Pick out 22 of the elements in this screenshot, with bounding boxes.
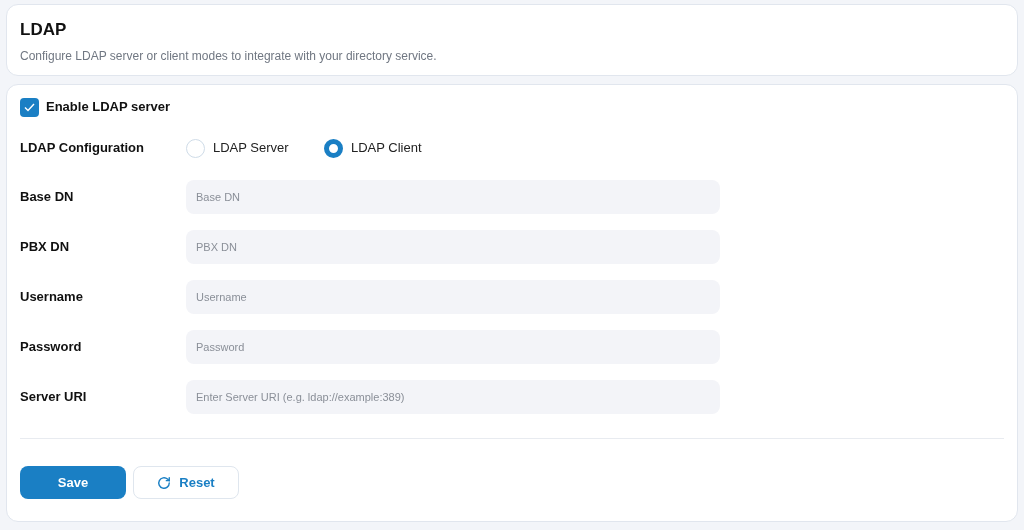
field-label: Password (20, 338, 83, 357)
enable-label: Enable LDAP server (46, 98, 171, 117)
reset-icon (157, 475, 172, 490)
configuration-label: LDAP Configuration (20, 139, 145, 158)
field-label: Username (20, 288, 84, 307)
radio-button[interactable] (324, 138, 343, 158)
radio-label: LDAP Server (213, 139, 289, 158)
save-button[interactable]: Save (20, 466, 126, 499)
page-description: Configure LDAP server or client modes to integrate with your directory service. (20, 48, 438, 65)
field-label: Base DN (20, 188, 75, 207)
radio-label: LDAP Client (351, 139, 422, 158)
input-field[interactable]: PBX DN (186, 230, 720, 264)
field-label: Server URI (20, 388, 88, 407)
input-field[interactable]: Enter Server URI (e.g. ldap://example:389) (186, 380, 720, 414)
check-icon (24, 102, 35, 112)
input-field[interactable]: Base DN (186, 180, 720, 214)
page-title: LDAP (20, 19, 68, 41)
input-field[interactable]: Username (186, 280, 720, 314)
enable-checkbox[interactable] (20, 97, 39, 117)
reset-button[interactable]: Reset (133, 466, 239, 499)
input-field[interactable]: Password (186, 330, 720, 364)
field-label: PBX DN (20, 238, 71, 257)
